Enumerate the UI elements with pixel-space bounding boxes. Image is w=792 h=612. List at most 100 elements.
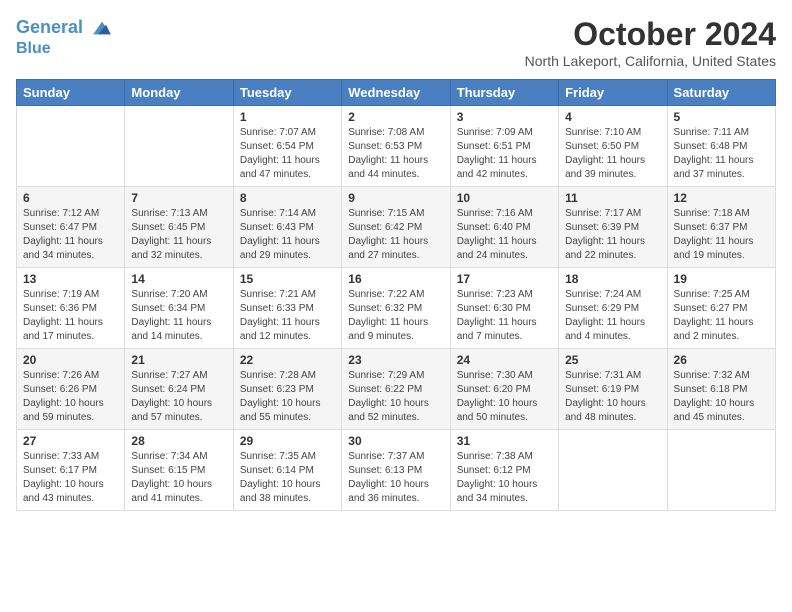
day-info: Sunrise: 7:13 AM Sunset: 6:45 PM Dayligh… [131,207,226,263]
logo-blue: Blue [16,40,114,58]
day-info: Sunrise: 7:16 AM Sunset: 6:40 PM Dayligh… [457,207,552,263]
day-info: Sunrise: 7:28 AM Sunset: 6:23 PM Dayligh… [240,369,335,425]
calendar-cell: 24 Sunrise: 7:30 AM Sunset: 6:20 PM Dayli… [450,349,558,430]
calendar-cell: 2 Sunrise: 7:08 AM Sunset: 6:53 PM Daylig… [342,106,450,187]
calendar-cell: 15Sunrise: 7:21 AM Sunset: 6:33 PM Dayli… [233,268,341,349]
day-info: Sunrise: 7:07 AM Sunset: 6:54 PM Dayligh… [240,126,335,182]
day-info: Sunrise: 7:21 AM Sunset: 6:33 PM Dayligh… [240,288,335,344]
calendar-cell: 27 Sunrise: 7:33 AM Sunset: 6:17 PM Dayli… [17,430,125,511]
calendar-cell: 5Sunrise: 7:11 AM Sunset: 6:48 PM Daylig… [667,106,775,187]
day-info: Sunrise: 7:33 AM Sunset: 6:17 PM Dayligh… [23,450,118,506]
calendar-cell: 21Sunrise: 7:27 AM Sunset: 6:24 PM Dayli… [125,349,233,430]
day-info: Sunrise: 7:35 AM Sunset: 6:14 PM Dayligh… [240,450,335,506]
day-info: Sunrise: 7:19 AM Sunset: 6:36 PM Dayligh… [23,288,118,344]
day-info: Sunrise: 7:22 AM Sunset: 6:32 PM Dayligh… [348,288,443,344]
day-info: Sunrise: 7:32 AM Sunset: 6:18 PM Dayligh… [674,369,769,425]
day-info: Sunrise: 7:24 AM Sunset: 6:29 PM Dayligh… [565,288,660,344]
calendar-cell: 20Sunrise: 7:26 AM Sunset: 6:26 PM Dayli… [17,349,125,430]
calendar-cell: 11Sunrise: 7:17 AM Sunset: 6:39 PM Dayli… [559,187,667,268]
day-info: Sunrise: 7:10 AM Sunset: 6:50 PM Dayligh… [565,126,660,182]
day-number: 17 [457,272,552,286]
day-info: Sunrise: 7:18 AM Sunset: 6:37 PM Dayligh… [674,207,769,263]
day-header-thursday: Thursday [450,80,558,106]
calendar-cell: 28Sunrise: 7:34 AM Sunset: 6:15 PM Dayli… [125,430,233,511]
calendar-cell: 9 Sunrise: 7:15 AM Sunset: 6:42 PM Daylig… [342,187,450,268]
calendar: SundayMondayTuesdayWednesdayThursdayFrid… [16,79,776,511]
calendar-cell: 13 Sunrise: 7:19 AM Sunset: 6:36 PM Dayli… [17,268,125,349]
calendar-cell: 29 Sunrise: 7:35 AM Sunset: 6:14 PM Dayli… [233,430,341,511]
day-number: 19 [674,272,769,286]
day-number: 8 [240,191,335,205]
day-number: 22 [240,353,335,367]
day-info: Sunrise: 7:37 AM Sunset: 6:13 PM Dayligh… [348,450,443,506]
day-number: 12 [674,191,769,205]
day-number: 28 [131,434,226,448]
calendar-cell: 6 Sunrise: 7:12 AM Sunset: 6:47 PM Daylig… [17,187,125,268]
day-number: 1 [240,110,335,124]
location-title: North Lakeport, California, United State… [525,53,776,69]
day-info: Sunrise: 7:38 AM Sunset: 6:12 PM Dayligh… [457,450,552,506]
calendar-cell: 26 Sunrise: 7:32 AM Sunset: 6:18 PM Dayli… [667,349,775,430]
calendar-cell: 7 Sunrise: 7:13 AM Sunset: 6:45 PM Daylig… [125,187,233,268]
day-number: 21 [131,353,226,367]
day-number: 14 [131,272,226,286]
logo-text: General [16,16,114,40]
day-number: 29 [240,434,335,448]
day-number: 13 [23,272,118,286]
day-number: 4 [565,110,660,124]
day-number: 16 [348,272,443,286]
calendar-cell: 23 Sunrise: 7:29 AM Sunset: 6:22 PM Dayli… [342,349,450,430]
day-info: Sunrise: 7:09 AM Sunset: 6:51 PM Dayligh… [457,126,552,182]
day-number: 6 [23,191,118,205]
day-info: Sunrise: 7:20 AM Sunset: 6:34 PM Dayligh… [131,288,226,344]
day-info: Sunrise: 7:12 AM Sunset: 6:47 PM Dayligh… [23,207,118,263]
day-number: 24 [457,353,552,367]
logo: General Blue [16,16,114,58]
day-number: 23 [348,353,443,367]
calendar-cell: 25Sunrise: 7:31 AM Sunset: 6:19 PM Dayli… [559,349,667,430]
day-number: 7 [131,191,226,205]
day-info: Sunrise: 7:25 AM Sunset: 6:27 PM Dayligh… [674,288,769,344]
calendar-cell [667,430,775,511]
day-header-saturday: Saturday [667,80,775,106]
calendar-cell [17,106,125,187]
calendar-cell: 31Sunrise: 7:38 AM Sunset: 6:12 PM Dayli… [450,430,558,511]
calendar-cell: 3 Sunrise: 7:09 AM Sunset: 6:51 PM Daylig… [450,106,558,187]
calendar-header-row: SundayMondayTuesdayWednesdayThursdayFrid… [17,80,776,106]
title-area: October 2024 North Lakeport, California,… [525,16,776,69]
day-info: Sunrise: 7:23 AM Sunset: 6:30 PM Dayligh… [457,288,552,344]
calendar-cell: 17 Sunrise: 7:23 AM Sunset: 6:30 PM Dayli… [450,268,558,349]
calendar-cell: 14 Sunrise: 7:20 AM Sunset: 6:34 PM Dayli… [125,268,233,349]
day-info: Sunrise: 7:29 AM Sunset: 6:22 PM Dayligh… [348,369,443,425]
calendar-cell: 4 Sunrise: 7:10 AM Sunset: 6:50 PM Daylig… [559,106,667,187]
day-info: Sunrise: 7:30 AM Sunset: 6:20 PM Dayligh… [457,369,552,425]
day-header-friday: Friday [559,80,667,106]
day-info: Sunrise: 7:14 AM Sunset: 6:43 PM Dayligh… [240,207,335,263]
day-info: Sunrise: 7:15 AM Sunset: 6:42 PM Dayligh… [348,207,443,263]
day-number: 27 [23,434,118,448]
calendar-cell: 16 Sunrise: 7:22 AM Sunset: 6:32 PM Dayli… [342,268,450,349]
month-title: October 2024 [525,16,776,53]
calendar-cell: 8 Sunrise: 7:14 AM Sunset: 6:43 PM Daylig… [233,187,341,268]
day-info: Sunrise: 7:26 AM Sunset: 6:26 PM Dayligh… [23,369,118,425]
day-header-tuesday: Tuesday [233,80,341,106]
day-info: Sunrise: 7:17 AM Sunset: 6:39 PM Dayligh… [565,207,660,263]
calendar-week-row: 6 Sunrise: 7:12 AM Sunset: 6:47 PM Daylig… [17,187,776,268]
day-info: Sunrise: 7:08 AM Sunset: 6:53 PM Dayligh… [348,126,443,182]
day-number: 26 [674,353,769,367]
calendar-cell: 1 Sunrise: 7:07 AM Sunset: 6:54 PM Daylig… [233,106,341,187]
calendar-cell: 22 Sunrise: 7:28 AM Sunset: 6:23 PM Dayli… [233,349,341,430]
day-number: 3 [457,110,552,124]
day-number: 2 [348,110,443,124]
calendar-week-row: 13 Sunrise: 7:19 AM Sunset: 6:36 PM Dayli… [17,268,776,349]
header: General Blue October 2024 North Lakeport… [16,16,776,69]
calendar-week-row: 1 Sunrise: 7:07 AM Sunset: 6:54 PM Daylig… [17,106,776,187]
calendar-cell [125,106,233,187]
calendar-cell: 12 Sunrise: 7:18 AM Sunset: 6:37 PM Dayli… [667,187,775,268]
calendar-cell: 10 Sunrise: 7:16 AM Sunset: 6:40 PM Dayli… [450,187,558,268]
calendar-week-row: 20Sunrise: 7:26 AM Sunset: 6:26 PM Dayli… [17,349,776,430]
calendar-cell [559,430,667,511]
day-number: 10 [457,191,552,205]
day-number: 9 [348,191,443,205]
day-info: Sunrise: 7:31 AM Sunset: 6:19 PM Dayligh… [565,369,660,425]
